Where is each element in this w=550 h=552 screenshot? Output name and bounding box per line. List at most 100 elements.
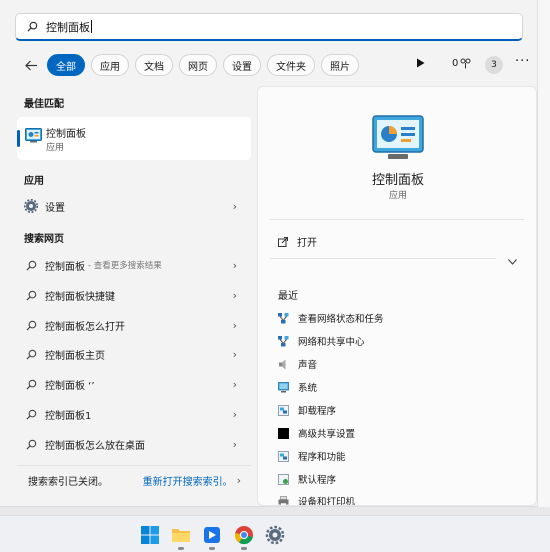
divider bbox=[270, 219, 524, 220]
search-icon bbox=[25, 409, 36, 420]
running-indicator bbox=[178, 547, 184, 550]
search-icon bbox=[25, 320, 36, 331]
filter-chip-settings[interactable]: 设置 bbox=[223, 54, 261, 76]
recent-item-0[interactable]: 查看网络状态和任务 bbox=[278, 309, 384, 327]
chevron-right-icon: › bbox=[232, 289, 237, 302]
search-icon bbox=[25, 439, 36, 450]
open-external-icon bbox=[278, 236, 288, 247]
web-result-label: 控制面板怎么放在桌面 bbox=[45, 440, 145, 452]
background-strip bbox=[538, 0, 550, 507]
recent-item-label: 程序和功能 bbox=[298, 452, 346, 463]
chrome-icon bbox=[234, 526, 253, 545]
chevron-right-icon: › bbox=[236, 474, 241, 487]
web-search-heading: 搜索网页 bbox=[24, 234, 64, 245]
filter-chip-apps[interactable]: 应用 bbox=[91, 54, 129, 76]
rewards-icon bbox=[460, 58, 471, 69]
web-result-2[interactable]: 控制面板怎么打开 › bbox=[17, 314, 251, 336]
chrome-button[interactable] bbox=[234, 525, 254, 550]
selection-indicator bbox=[17, 130, 20, 147]
search-box[interactable]: 控制面板 bbox=[15, 13, 523, 41]
recent-item-4[interactable]: 卸载程序 bbox=[278, 401, 336, 419]
filter-bar: 全部 应用 文档 网页 设置 文件夹 照片 0 3 ··· bbox=[20, 53, 535, 77]
start-button[interactable] bbox=[140, 525, 160, 545]
notification-badge[interactable]: 3 bbox=[485, 56, 503, 74]
play-icon bbox=[417, 58, 425, 68]
programs-icon bbox=[278, 450, 289, 462]
preview-pane: 控制面板 应用 打开 最近 查看网络状态和任务 网络和共享中心 声音 系统 卸载… bbox=[257, 86, 537, 506]
filter-chip-documents[interactable]: 文档 bbox=[135, 54, 173, 76]
back-button[interactable] bbox=[20, 54, 42, 76]
recent-item-5[interactable]: 高级共享设置 bbox=[278, 424, 355, 442]
web-result-label: 控制面板快捷键 bbox=[45, 291, 115, 303]
text-caret bbox=[91, 20, 92, 33]
app-result-settings[interactable]: 设置 › bbox=[17, 195, 251, 217]
filter-chip-folders[interactable]: 文件夹 bbox=[267, 54, 315, 76]
chevron-right-icon: › bbox=[232, 348, 237, 361]
filter-chip-web[interactable]: 网页 bbox=[179, 54, 217, 76]
web-result-label: 控制面板 ‘’ bbox=[45, 380, 95, 392]
web-result-sublabel: - 查看更多搜索结果 bbox=[88, 261, 162, 271]
chevron-right-icon: › bbox=[232, 200, 237, 213]
apps-heading: 应用 bbox=[24, 176, 44, 187]
filter-chip-all[interactable]: 全部 bbox=[47, 54, 85, 76]
recent-item-label: 网络和共享中心 bbox=[298, 337, 365, 348]
recent-item-1[interactable]: 网络和共享中心 bbox=[278, 332, 365, 350]
preview-title: 控制面板 bbox=[371, 173, 424, 188]
control-panel-icon bbox=[372, 115, 424, 159]
web-result-3[interactable]: 控制面板主页 › bbox=[17, 343, 251, 365]
filter-chip-photos[interactable]: 照片 bbox=[321, 54, 359, 76]
file-explorer-button[interactable] bbox=[171, 525, 191, 550]
best-match-result[interactable]: 控制面板 应用 bbox=[17, 117, 251, 160]
speaker-icon bbox=[279, 359, 286, 369]
index-status-text: 搜索索引已关闭。 bbox=[28, 477, 108, 488]
settings-button[interactable] bbox=[265, 525, 285, 545]
printer-icon bbox=[278, 495, 289, 505]
recent-item-3[interactable]: 系统 bbox=[278, 378, 317, 396]
control-panel-icon bbox=[25, 128, 42, 143]
system-icon bbox=[278, 381, 289, 392]
search-icon bbox=[25, 290, 36, 301]
open-action[interactable]: 打开 bbox=[278, 234, 317, 249]
recent-item-label: 卸载程序 bbox=[298, 406, 337, 417]
network-icon bbox=[278, 312, 289, 323]
web-result-label: 控制面板怎么打开 bbox=[45, 321, 125, 333]
open-label: 打开 bbox=[297, 238, 317, 249]
app-icon bbox=[204, 527, 220, 543]
web-result-1[interactable]: 控制面板快捷键 › bbox=[17, 284, 251, 306]
more-filters-button[interactable] bbox=[416, 58, 425, 71]
expand-button[interactable] bbox=[508, 255, 517, 268]
search-icon bbox=[25, 349, 36, 360]
web-result-0[interactable]: 控制面板 - 查看更多搜索结果 › bbox=[17, 254, 251, 276]
divider bbox=[270, 258, 496, 259]
best-match-title: 控制面板 bbox=[46, 129, 86, 140]
default-programs-icon bbox=[278, 473, 289, 485]
web-result-4[interactable]: 控制面板 ‘’ › bbox=[17, 373, 251, 395]
points-value: 0 bbox=[452, 58, 459, 69]
reenable-index-link[interactable]: 重新打开搜索索引。 bbox=[143, 473, 233, 488]
recent-item-2[interactable]: 声音 bbox=[278, 355, 317, 373]
web-result-label: 控制面板主页 bbox=[45, 350, 105, 362]
more-options-button[interactable]: ··· bbox=[515, 54, 530, 69]
web-result-6[interactable]: 控制面板怎么放在桌面 › bbox=[17, 433, 251, 455]
recent-item-8[interactable]: 设备和打印机 bbox=[278, 492, 356, 506]
best-match-subtitle: 应用 bbox=[46, 143, 65, 153]
chevron-down-icon bbox=[508, 259, 517, 265]
recent-item-label: 设备和打印机 bbox=[298, 497, 356, 506]
recent-item-label: 系统 bbox=[298, 383, 318, 394]
gear-icon bbox=[24, 199, 38, 213]
rewards-points[interactable]: 0 bbox=[452, 58, 471, 69]
recent-item-label: 默认程序 bbox=[298, 475, 337, 486]
folder-icon bbox=[172, 529, 190, 542]
running-indicator bbox=[209, 547, 215, 550]
app-button[interactable] bbox=[202, 525, 222, 550]
recent-item-6[interactable]: 程序和功能 bbox=[278, 447, 346, 465]
network-icon bbox=[278, 335, 289, 346]
recent-item-label: 查看网络状态和任务 bbox=[298, 314, 384, 325]
recent-item-label: 高级共享设置 bbox=[298, 429, 356, 440]
search-index-footer: 搜索索引已关闭。 重新打开搜索索引。 › bbox=[17, 465, 251, 495]
best-match-heading: 最佳匹配 bbox=[24, 99, 64, 110]
search-input[interactable]: 控制面板 bbox=[46, 19, 90, 35]
recent-item-7[interactable]: 默认程序 bbox=[278, 470, 336, 488]
web-result-5[interactable]: 控制面板1 › bbox=[17, 403, 251, 425]
web-result-label: 控制面板 bbox=[45, 261, 85, 273]
